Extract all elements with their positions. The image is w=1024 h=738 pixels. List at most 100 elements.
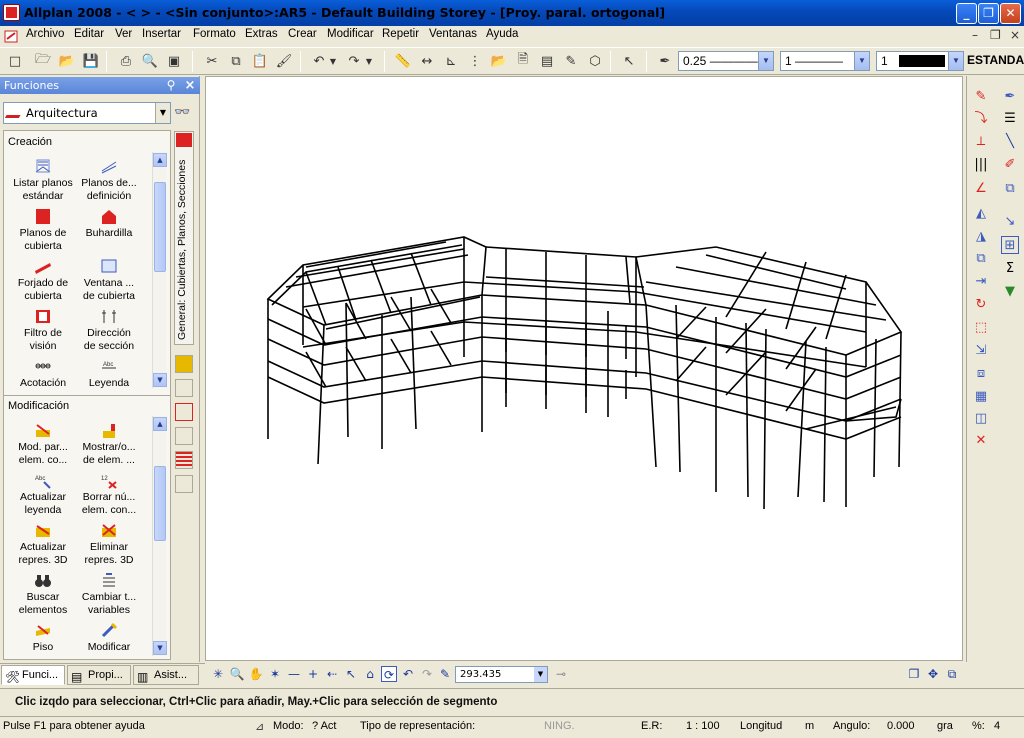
- undo-icon[interactable]: ↶: [310, 52, 328, 70]
- select-window-icon[interactable]: ⊞: [1001, 236, 1019, 254]
- chevron-down-icon[interactable]: ▼: [758, 52, 773, 70]
- tool-floor[interactable]: Piso: [8, 622, 78, 654]
- open-drawing-icon[interactable]: 📂: [490, 52, 508, 70]
- room-module-icon[interactable]: [175, 403, 193, 421]
- zoom-extents-icon[interactable]: ✶: [267, 666, 283, 682]
- menu-extras[interactable]: Extras: [245, 28, 278, 40]
- panel-close-icon[interactable]: ×: [182, 78, 198, 93]
- zoom-out-icon[interactable]: —: [286, 666, 302, 682]
- menu-ayuda[interactable]: Ayuda: [486, 28, 518, 40]
- view-icon[interactable]: ⌂: [362, 666, 378, 682]
- pencil-icon[interactable]: ✎: [437, 666, 453, 682]
- layer-copy-icon[interactable]: ⧉: [1001, 180, 1019, 198]
- trim-icon[interactable]: ◫: [972, 410, 990, 428]
- tool-list-standard-planes[interactable]: Listar planos estándar: [8, 158, 78, 203]
- slope-module-icon[interactable]: [175, 475, 193, 493]
- scroll-up-icon[interactable]: ▲: [153, 417, 167, 431]
- tool-dimension[interactable]: Acotación: [8, 358, 78, 390]
- line-tool-icon[interactable]: ✎: [972, 88, 990, 106]
- family-select[interactable]: Arquitectura ▼: [3, 102, 171, 124]
- chevron-down-icon[interactable]: ▼: [155, 103, 170, 123]
- line-type-select[interactable]: 1 ———— ▼: [780, 51, 870, 71]
- tool-show-hide[interactable]: Mostrar/o... de elem. ...: [74, 422, 144, 467]
- layer-label[interactable]: ESTANDA: [967, 53, 1024, 67]
- copy-view-icon[interactable]: ⧉: [944, 666, 960, 682]
- select-arrow-icon[interactable]: ↘: [1001, 213, 1019, 231]
- undo-view-icon[interactable]: ↶: [400, 666, 416, 682]
- undo-dropdown-icon[interactable]: ▼: [328, 52, 338, 70]
- tab-assistants[interactable]: ▥ Asist...: [133, 665, 199, 685]
- tool-legend[interactable]: Abc Leyenda: [74, 358, 144, 390]
- menu-archivo[interactable]: Archivo: [26, 28, 64, 40]
- menu-modificar[interactable]: Modificar: [327, 28, 374, 40]
- mdi-close-button[interactable]: ×: [1010, 28, 1020, 42]
- print-icon[interactable]: ⎙: [117, 52, 135, 70]
- format-painter-icon[interactable]: 🖌: [275, 52, 293, 70]
- distance-icon[interactable]: ↔: [418, 52, 436, 70]
- tool-delete-numbers[interactable]: 12 Borrar nú... elem. con...: [74, 472, 144, 517]
- dimension-tool-icon[interactable]: ⟂: [972, 133, 990, 151]
- scale-icon[interactable]: ⬚: [972, 319, 990, 337]
- creation-scrollbar[interactable]: ▲ ▼: [152, 152, 167, 388]
- drawing-area[interactable]: [205, 76, 963, 661]
- menu-crear[interactable]: Crear: [288, 28, 317, 40]
- line-style-icon[interactable]: ☰: [1001, 110, 1019, 128]
- scroll-thumb[interactable]: [154, 466, 166, 541]
- draw-tools-icon[interactable]: ✎: [562, 52, 580, 70]
- menu-ventanas[interactable]: Ventanas: [429, 28, 477, 40]
- tab-functions[interactable]: 🛠 Funci...: [1, 665, 65, 685]
- mirror-copy-icon[interactable]: ◮: [972, 228, 990, 246]
- tool-update-legend[interactable]: Abc Actualizar leyenda: [8, 472, 78, 517]
- tool-roof-planes[interactable]: Planos de cubierta: [8, 208, 78, 253]
- tool-change-variables[interactable]: Cambiar t... variables: [74, 572, 144, 617]
- tool-dormer[interactable]: Buhardilla: [74, 208, 144, 240]
- refresh-view-icon[interactable]: ⟳: [381, 666, 397, 682]
- binoculars-icon[interactable]: 👓: [174, 105, 190, 120]
- snap-icon[interactable]: ✳: [210, 666, 226, 682]
- menu-formato[interactable]: Formato: [193, 28, 236, 40]
- pan-icon[interactable]: ✋: [248, 666, 264, 682]
- array-icon[interactable]: ▦: [972, 388, 990, 406]
- copy-icon[interactable]: ⧉: [227, 52, 245, 70]
- measure-icon[interactable]: 📏: [394, 52, 412, 70]
- restore-button[interactable]: ❐: [978, 3, 999, 24]
- chevron-down-icon[interactable]: ▼: [534, 667, 547, 682]
- copy-element-icon[interactable]: ⧉: [972, 250, 990, 268]
- pin-icon[interactable]: ⚲: [163, 78, 179, 93]
- 3d-box-icon[interactable]: ⬡: [586, 52, 604, 70]
- move-icon[interactable]: ⇥: [972, 273, 990, 291]
- zoom-in-icon[interactable]: +: [305, 666, 321, 682]
- facade-module-icon[interactable]: [175, 451, 193, 469]
- offset-icon[interactable]: ⧈: [972, 365, 990, 383]
- percent-value[interactable]: 4: [994, 720, 1000, 732]
- layout-icon[interactable]: ▣: [165, 52, 183, 70]
- stairs-module-icon[interactable]: [175, 355, 193, 373]
- scale-value[interactable]: 1 : 100: [686, 720, 720, 732]
- arrow-select-icon[interactable]: ↖: [343, 666, 359, 682]
- redo-dropdown-icon[interactable]: ▼: [364, 52, 374, 70]
- eyedropper-icon[interactable]: ✒: [656, 52, 674, 70]
- eyedropper-icon[interactable]: ✒: [1001, 88, 1019, 106]
- redo-view-icon[interactable]: ↷: [419, 666, 435, 682]
- tool-view-filter[interactable]: Filtro de visión: [8, 308, 78, 353]
- text-tools-icon[interactable]: ▤: [538, 52, 556, 70]
- document-tools-icon[interactable]: 🗎: [514, 52, 532, 70]
- delete-icon[interactable]: ✕: [972, 432, 990, 450]
- save-icon[interactable]: 💾: [82, 52, 100, 70]
- document-icon[interactable]: [4, 30, 18, 43]
- diagonal-line-icon[interactable]: ╲: [1001, 133, 1019, 151]
- tool-roof-slab[interactable]: Forjado de cubierta: [8, 258, 78, 303]
- mdi-restore-button[interactable]: ❐: [990, 28, 1001, 42]
- angle-value[interactable]: 0.000: [887, 720, 915, 732]
- tab-properties[interactable]: ▤ Propi...: [67, 665, 131, 685]
- more-tools-icon[interactable]: ⋮: [466, 52, 484, 70]
- move-view-icon[interactable]: ✥: [925, 666, 941, 682]
- tool-find-elements[interactable]: Buscar elementos: [8, 572, 78, 617]
- open-file-icon[interactable]: 📂: [58, 52, 76, 70]
- polyline-tool-icon[interactable]: ⤵: [972, 110, 990, 128]
- ramp-module-icon[interactable]: [175, 379, 193, 397]
- rotate-icon[interactable]: ↻: [972, 296, 990, 314]
- zoom-scale-select[interactable]: 293.435 ▼: [455, 666, 548, 683]
- filter-icon[interactable]: ▼: [1001, 283, 1019, 301]
- tool-modify[interactable]: Modificar: [74, 622, 144, 654]
